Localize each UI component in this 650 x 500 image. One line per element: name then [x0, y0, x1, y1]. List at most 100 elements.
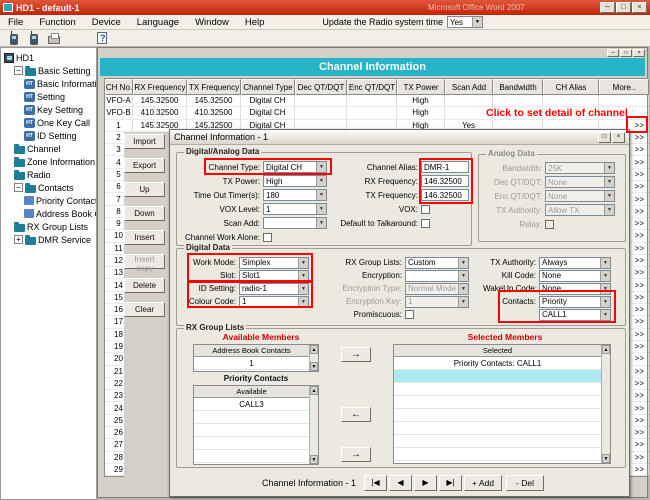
list-row[interactable] — [194, 437, 309, 450]
tx-power-select[interactable]: High ▼ — [263, 175, 327, 187]
tree-item-rx-group-lists[interactable]: RX Group Lists — [1, 220, 96, 233]
export-button[interactable]: Export — [124, 158, 165, 173]
tree-item-id-setting[interactable]: HT ID Setting — [1, 129, 96, 142]
scroll-up-icon[interactable]: ▲ — [310, 386, 318, 395]
nav-last-button[interactable]: ▶| — [439, 475, 462, 491]
tree-item-setting[interactable]: HT Setting — [1, 90, 96, 103]
scan-add-select[interactable]: ▼ — [263, 217, 327, 229]
work-mode-select[interactable]: Simplex ▼ — [239, 256, 309, 269]
channel-type-select[interactable]: Digital CH ▼ — [263, 161, 327, 173]
list-row[interactable] — [394, 383, 601, 396]
default-to-talkaround-checkbox[interactable] — [421, 218, 430, 228]
dialog-maximize-button[interactable]: □ — [598, 131, 611, 143]
list-scrollbar[interactable]: ▲ ▼ — [309, 345, 318, 371]
radio-time-select[interactable]: Yes ▼ — [446, 16, 483, 28]
tree-item-hd1[interactable]: HD1 — [1, 51, 96, 64]
list-row[interactable] — [394, 409, 601, 422]
tree-item-basic-setting[interactable]: − Basic Setting — [1, 64, 96, 77]
nav-first-button[interactable]: |◀ — [364, 475, 387, 491]
write-to-radio-button[interactable] — [24, 30, 44, 46]
list-row[interactable] — [394, 448, 601, 461]
channel-row-vfo-a[interactable]: VFO-A 145.32500 145.32500 Digital CH High — [105, 95, 649, 108]
list-row[interactable]: 1 — [194, 357, 309, 370]
slot-select[interactable]: Slot1 ▼ — [239, 269, 309, 282]
list-row[interactable] — [194, 411, 309, 424]
nav-next-button[interactable]: ▶ — [414, 475, 437, 491]
add-priority-member-button[interactable]: → — [341, 447, 371, 462]
menu-item-function[interactable]: Function — [31, 17, 83, 28]
tree-item-priority-contacts[interactable]: Priority Contacts — [1, 194, 96, 207]
help-button[interactable] — [92, 30, 112, 46]
scroll-down-icon[interactable]: ▼ — [602, 454, 610, 463]
rx-frequency-input[interactable]: 146.32500 — [421, 175, 469, 187]
minimize-button[interactable]: ─ — [600, 2, 615, 13]
tree-expander-icon[interactable]: − — [14, 183, 23, 192]
tx-frequency-input[interactable]: 146.32500 — [421, 189, 469, 201]
kill-code-select[interactable]: None ▼ — [539, 269, 611, 282]
scroll-down-icon[interactable]: ▼ — [310, 455, 318, 464]
list-row[interactable] — [194, 424, 309, 437]
wakeup-code-select[interactable]: None ▼ — [539, 282, 611, 295]
import-button[interactable]: Import — [124, 134, 165, 149]
add-member-button[interactable]: → — [341, 347, 371, 362]
tree-item-basic-information[interactable]: HTBasic Information — [1, 77, 96, 90]
vox-checkbox[interactable] — [421, 204, 430, 214]
tree-item-channel[interactable]: Channel — [1, 142, 96, 155]
tree-item-one-key-call[interactable]: HT One Key Call — [1, 116, 96, 129]
promiscuous-checkbox[interactable] — [405, 310, 414, 319]
list-scrollbar[interactable]: ▲ ▼ — [601, 345, 610, 463]
scroll-down-icon[interactable]: ▼ — [310, 362, 318, 371]
channel-minimize-button[interactable]: ─ — [607, 49, 619, 57]
tree-item-dmr-service[interactable]: + DMR Service — [1, 233, 96, 246]
tree-expander-icon[interactable]: + — [14, 235, 23, 244]
delete-button[interactable]: Delete — [124, 278, 165, 293]
menu-item-window[interactable]: Window — [187, 17, 237, 28]
list-row[interactable] — [394, 396, 601, 409]
remove-member-button[interactable]: ← — [341, 407, 371, 422]
time-out-timer-s-select[interactable]: 180 ▼ — [263, 189, 327, 201]
print-button[interactable] — [44, 30, 64, 46]
menu-item-file[interactable]: File — [0, 17, 31, 28]
tree-item-address-book-contacts[interactable]: Address Book Contacts — [1, 207, 96, 220]
dialog-close-button[interactable]: × — [612, 131, 625, 143]
list-row[interactable] — [394, 370, 601, 383]
id-setting-select[interactable]: radio-1 ▼ — [239, 282, 309, 295]
scroll-up-icon[interactable]: ▲ — [310, 345, 318, 354]
list-row[interactable] — [394, 435, 601, 448]
read-from-radio-button[interactable] — [4, 30, 24, 46]
encryption-select[interactable]: ▼ — [405, 269, 469, 282]
tree-item-zone-information[interactable]: Zone Information — [1, 155, 96, 168]
list-row[interactable] — [394, 422, 601, 435]
list-row[interactable]: Priority Contacts: CALL1 — [394, 357, 601, 370]
menu-item-device[interactable]: Device — [84, 17, 129, 28]
clear-button[interactable]: Clear — [124, 302, 165, 317]
channel-work-alone-checkbox[interactable] — [263, 232, 272, 242]
tree-expander-icon[interactable]: − — [14, 66, 23, 75]
up-button[interactable]: Up — [124, 182, 165, 197]
channel-maximize-button[interactable]: □ — [620, 49, 632, 57]
scroll-up-icon[interactable]: ▲ — [602, 345, 610, 354]
contacts-select[interactable]: Priority ▼ — [539, 295, 611, 308]
add-channel-button[interactable]: + Add — [464, 475, 502, 491]
channel-alias-input[interactable]: DMR-1 — [421, 161, 469, 173]
rx-group-lists-select[interactable]: Custom ▼ — [405, 256, 469, 269]
list-row[interactable]: CALL3 — [194, 398, 309, 411]
channel-close-button[interactable]: × — [633, 49, 645, 57]
colour-code-select[interactable]: 1 ▼ — [239, 295, 309, 308]
tree-item-key-setting[interactable]: HT Key Setting — [1, 103, 96, 116]
tree-item-contacts[interactable]: − Contacts — [1, 181, 96, 194]
tx-authority-select[interactable]: Always ▼ — [539, 256, 611, 269]
list-scrollbar[interactable]: ▲ ▼ — [309, 386, 318, 464]
list-row[interactable] — [194, 450, 309, 463]
down-button[interactable]: Down — [124, 206, 165, 221]
nav-prev-button[interactable]: ◀ — [389, 475, 412, 491]
close-button[interactable]: × — [632, 2, 647, 13]
tree-item-radio[interactable]: Radio — [1, 168, 96, 181]
del-channel-button[interactable]: - Del — [506, 475, 544, 491]
insert-button[interactable]: Insert — [124, 230, 165, 245]
menu-item-help[interactable]: Help — [237, 17, 273, 28]
call1-select[interactable]: CALL1 ▼ — [539, 308, 611, 321]
menu-item-language[interactable]: Language — [129, 17, 187, 28]
vox-level-select[interactable]: 1 ▼ — [263, 203, 327, 215]
maximize-button[interactable]: □ — [616, 2, 631, 13]
